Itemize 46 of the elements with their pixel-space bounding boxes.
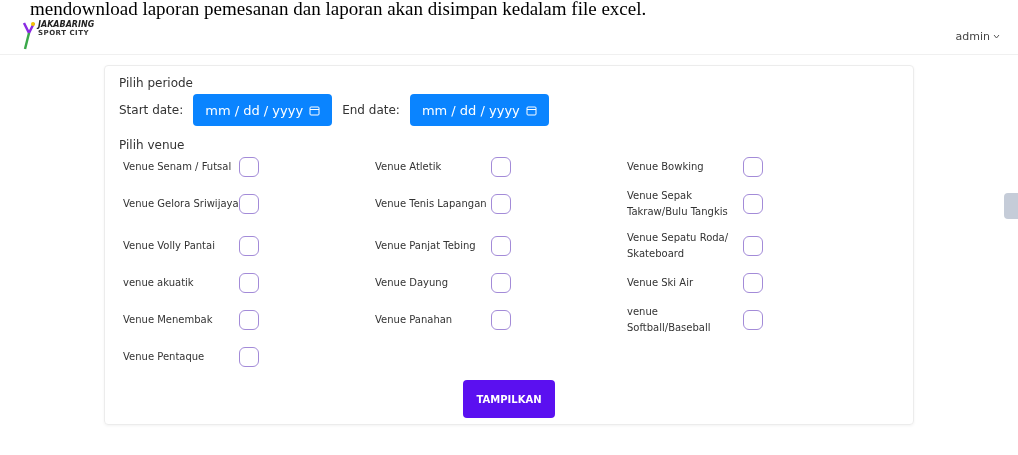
venue-label: venue akuatik [123,276,195,290]
venue-label: Venue Panjat Tebing [375,239,477,253]
venue-label: Venue Ski Air [627,276,695,290]
section-title: Pilih venue [119,138,186,152]
venue-label: Venue Senam / Futsal [123,160,233,174]
calendar-icon [525,104,537,116]
date-field[interactable]: mm / dd / yyyy [409,94,549,126]
venue-checkbox[interactable] [239,236,259,256]
date-field[interactable]: mm / dd / yyyy [193,94,333,126]
venue-checkbox[interactable] [491,236,511,256]
venue-label: venue Softball/Baseball [627,305,712,335]
venue-label: Venue Sepak Takraw/Bulu Tangkis [627,189,729,219]
venue-checkbox[interactable] [239,273,259,293]
venue-label: Venue Tenis Lapangan [375,197,488,211]
venue-checkbox[interactable] [239,194,259,214]
venue-checkbox[interactable] [743,236,763,256]
date-label: End date: [342,103,400,117]
venue-checkbox[interactable] [491,157,511,177]
date-label: Start date: [119,103,184,117]
venue-checkbox[interactable] [239,157,259,177]
section-title: Pilih periode [119,76,194,90]
venue-label: Venue Sepatu Roda/ Skateboard [627,231,730,261]
venue-checkbox[interactable] [239,310,259,330]
venue-checkbox[interactable] [743,310,763,330]
logo-text: JAKABARING [38,21,95,29]
document-text: mendownload laporan pemesanan dan laporan akan disimpan kedalam file excel. [29,0,648,18]
venue-label: Venue Atletik [375,160,443,174]
user-menu[interactable]: admin [955,29,1000,43]
calendar-icon [309,104,321,116]
logo-figure-icon [22,21,36,51]
venue-label: Venue Gelora Sriwijaya [123,197,239,211]
venue-label: Venue Pentaque [123,350,206,364]
venue-label: Venue Volly Pantai [123,239,216,253]
venue-label: Venue Bowking [627,160,705,174]
chevron-down-icon [993,33,1000,39]
venue-checkbox[interactable] [743,273,763,293]
show-button[interactable]: TAMPILKAN [463,380,555,418]
venue-checkbox[interactable] [743,157,763,177]
venue-checkbox[interactable] [743,194,763,214]
venue-checkbox[interactable] [491,194,511,214]
venue-label: Venue Menembak [123,313,214,327]
venue-checkbox[interactable] [491,310,511,330]
venue-label: Venue Dayung [375,276,449,290]
venue-label: Venue Panahan [375,313,454,327]
venue-checkbox[interactable] [491,273,511,293]
venue-checkbox[interactable] [239,347,259,367]
